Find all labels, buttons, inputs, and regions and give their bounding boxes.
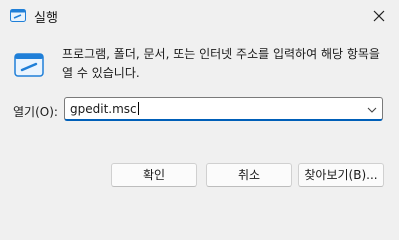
run-app-icon [14, 53, 44, 77]
open-label: 열기(O): [13, 105, 58, 119]
chevron-down-icon [367, 107, 377, 113]
title-bar: 실행 [0, 0, 399, 32]
ok-button[interactable]: 확인 [111, 163, 197, 187]
browse-button[interactable]: 찾아보기(B)... [298, 163, 384, 187]
close-icon [373, 10, 385, 22]
open-input[interactable]: gpedit.msc [70, 102, 139, 116]
dropdown-button[interactable] [366, 104, 378, 114]
open-input-text: gpedit.msc [70, 102, 137, 116]
window-title: 실행 [34, 11, 58, 26]
description-text: 프로그램, 폴더, 문서, 또는 인터넷 주소를 입력하여 해당 항목을 열 수… [62, 47, 380, 80]
close-button[interactable] [367, 4, 391, 28]
button-bar: 확인 취소 찾아보기(B)... [0, 146, 399, 206]
run-icon [10, 9, 26, 22]
text-caret [137, 102, 139, 115]
cancel-button[interactable]: 취소 [206, 163, 292, 187]
run-dialog: 실행 프로그램, 폴더, 문서, 또는 인터넷 주소를 입력하여 해당 항목을 … [0, 0, 399, 206]
open-combobox[interactable]: gpedit.msc [64, 97, 383, 121]
